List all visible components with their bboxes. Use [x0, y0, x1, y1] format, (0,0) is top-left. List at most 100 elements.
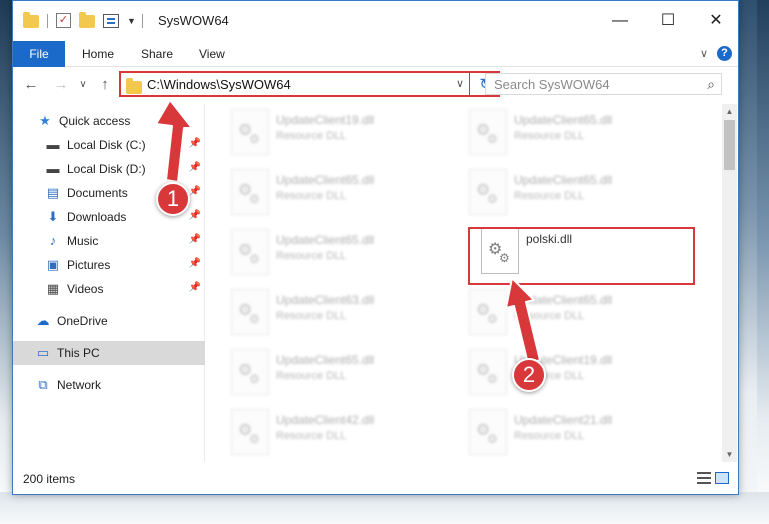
- properties-icon[interactable]: [103, 13, 119, 28]
- pin-icon[interactable]: 📌: [189, 186, 201, 197]
- file-name: UpdateClient63.dll: [276, 293, 375, 307]
- pin-icon[interactable]: 📌: [189, 138, 201, 149]
- recent-locations-chevron-icon[interactable]: ∨: [73, 79, 93, 90]
- file-name: UpdateClient19.dll: [276, 113, 375, 127]
- file-name: UpdateClient65.dll: [514, 173, 613, 187]
- address-bar[interactable]: C:\Windows\SysWOW64 ∨ ↻: [119, 71, 500, 97]
- large-icons-view-icon[interactable]: [715, 472, 729, 484]
- navigation-pane: ★ Quick access ▬ Local Disk (C:) 📌 ▬ Loc…: [13, 104, 205, 462]
- desktop-background-left: [0, 0, 12, 524]
- search-icon[interactable]: ⌕: [707, 76, 715, 93]
- tab-home[interactable]: Home: [82, 41, 114, 67]
- sidebar-item-label: Downloads: [67, 210, 127, 224]
- file-item[interactable]: ⚙ ⚙ UpdateClient63.dll Resource DLL: [206, 289, 436, 341]
- desktop-background-right: [757, 0, 769, 524]
- scroll-up-icon[interactable]: ▲: [722, 104, 737, 119]
- file-item[interactable]: ⚙ ⚙ UpdateClient65.dll Resource DLL: [206, 169, 436, 221]
- step-badge-2: 2: [512, 358, 546, 392]
- dll-file-icon: ⚙ ⚙: [231, 229, 269, 275]
- file-name: UpdateClient65.dll: [276, 173, 375, 187]
- customize-toolbar-chevron-icon[interactable]: ▼: [127, 16, 136, 26]
- drive-icon: ▬: [46, 161, 60, 176]
- new-folder-icon[interactable]: [79, 12, 95, 28]
- sidebar-item-label: Quick access: [59, 114, 131, 128]
- dll-file-icon: ⚙ ⚙: [231, 109, 269, 155]
- scrollbar-thumb[interactable]: [724, 120, 735, 170]
- sidebar-item-network[interactable]: ⧉ Network: [13, 373, 205, 397]
- sidebar-item-music[interactable]: ♪ Music 📌: [13, 229, 205, 253]
- sidebar-item-quick-access[interactable]: ★ Quick access: [13, 109, 205, 133]
- file-type: Resource DLL: [276, 190, 347, 202]
- file-name: UpdateClient65.dll: [514, 293, 613, 307]
- file-item[interactable]: ⚙ ⚙ UpdateClient65.dll Resource DLL: [206, 229, 436, 281]
- pin-icon[interactable]: 📌: [189, 162, 201, 173]
- downloads-icon: ⬇: [47, 209, 59, 224]
- file-type: Resource DLL: [514, 430, 585, 442]
- sidebar-item-pictures[interactable]: ▣ Pictures 📌: [13, 253, 205, 277]
- search-input[interactable]: Search SysWOW64: [494, 77, 610, 92]
- dll-file-icon: ⚙ ⚙: [469, 109, 507, 155]
- dll-file-icon: ⚙ ⚙: [469, 409, 507, 455]
- back-button[interactable]: ←: [21, 76, 41, 93]
- sidebar-item-label: OneDrive: [57, 314, 108, 328]
- sidebar-item-local-disk-d[interactable]: ▬ Local Disk (D:) 📌: [13, 157, 205, 181]
- address-path[interactable]: C:\Windows\SysWOW64: [147, 77, 291, 92]
- file-item[interactable]: ⚙ ⚙ UpdateClient42.dll Resource DLL: [206, 409, 436, 461]
- file-name: UpdateClient65.dll: [514, 113, 613, 127]
- documents-icon: ▤: [46, 185, 60, 200]
- music-icon: ♪: [49, 233, 57, 248]
- sidebar-item-label: Videos: [67, 282, 104, 296]
- file-item[interactable]: ⚙ ⚙ UpdateClient19.dll Resource DLL: [444, 349, 674, 401]
- sidebar-item-onedrive[interactable]: ☁ OneDrive: [13, 309, 205, 333]
- pin-icon[interactable]: 📌: [189, 234, 201, 245]
- toolbar-separator: [141, 13, 143, 28]
- sidebar-item-this-pc[interactable]: ▭ This PC: [13, 341, 205, 365]
- scroll-down-icon[interactable]: ▼: [722, 447, 737, 462]
- file-type: Resource DLL: [276, 310, 347, 322]
- forward-button[interactable]: →: [51, 76, 71, 93]
- pin-icon[interactable]: 📌: [189, 210, 201, 221]
- details-view-icon[interactable]: [697, 472, 711, 484]
- search-box[interactable]: Search SysWOW64 ⌕: [485, 73, 722, 95]
- file-name: UpdateClient65.dll: [276, 353, 375, 367]
- file-type: Resource DLL: [514, 130, 585, 142]
- address-dropdown-chevron-icon[interactable]: ∨: [456, 77, 464, 90]
- toolbar-separator: [47, 13, 48, 28]
- file-type: Resource DLL: [276, 370, 347, 382]
- pictures-icon: ▣: [46, 257, 60, 272]
- expand-ribbon-chevron-icon[interactable]: ∨: [700, 47, 708, 60]
- file-item[interactable]: ⚙ ⚙ UpdateClient65.dll Resource DLL: [444, 289, 674, 341]
- file-name: UpdateClient65.dll: [276, 233, 375, 247]
- up-button[interactable]: ↑: [95, 76, 115, 93]
- minimize-button[interactable]: —: [596, 1, 644, 41]
- file-item[interactable]: ⚙ ⚙ UpdateClient65.dll Resource DLL: [206, 349, 436, 401]
- properties-check-icon[interactable]: ✓: [56, 13, 71, 28]
- file-name: UpdateClient21.dll: [514, 413, 613, 427]
- window-title: SysWOW64: [158, 13, 229, 28]
- sidebar-item-label: Network: [57, 378, 102, 392]
- network-icon: ⧉: [38, 377, 48, 392]
- help-icon[interactable]: ?: [717, 46, 732, 61]
- folder-icon: [23, 12, 39, 28]
- file-type: Resource DLL: [514, 190, 585, 202]
- tab-share[interactable]: Share: [141, 41, 173, 67]
- pin-icon[interactable]: 📌: [189, 258, 201, 269]
- pin-icon[interactable]: 📌: [189, 282, 201, 293]
- vertical-scrollbar[interactable]: ▲ ▼: [722, 104, 737, 462]
- maximize-button[interactable]: ☐: [644, 1, 692, 41]
- sidebar-item-label: Pictures: [67, 258, 111, 272]
- close-button[interactable]: ✕: [692, 1, 740, 41]
- file-item[interactable]: ⚙ ⚙ UpdateClient65.dll Resource DLL: [444, 169, 674, 221]
- desktop-background-bottom: [0, 492, 769, 524]
- dll-file-icon: ⚙ ⚙: [231, 289, 269, 335]
- file-item[interactable]: ⚙ ⚙ UpdateClient21.dll Resource DLL: [444, 409, 674, 461]
- sidebar-item-local-disk-c[interactable]: ▬ Local Disk (C:) 📌: [13, 133, 205, 157]
- dll-file-icon: ⚙ ⚙: [469, 289, 507, 335]
- videos-icon: ▦: [46, 281, 60, 296]
- highlight-box-polski: [468, 227, 695, 285]
- sidebar-item-videos[interactable]: ▦ Videos 📌: [13, 277, 205, 301]
- tab-file[interactable]: File: [13, 41, 65, 67]
- file-item[interactable]: ⚙ ⚙ UpdateClient19.dll Resource DLL: [206, 109, 436, 161]
- file-item[interactable]: ⚙ ⚙ UpdateClient65.dll Resource DLL: [444, 109, 674, 161]
- tab-view[interactable]: View: [199, 41, 225, 67]
